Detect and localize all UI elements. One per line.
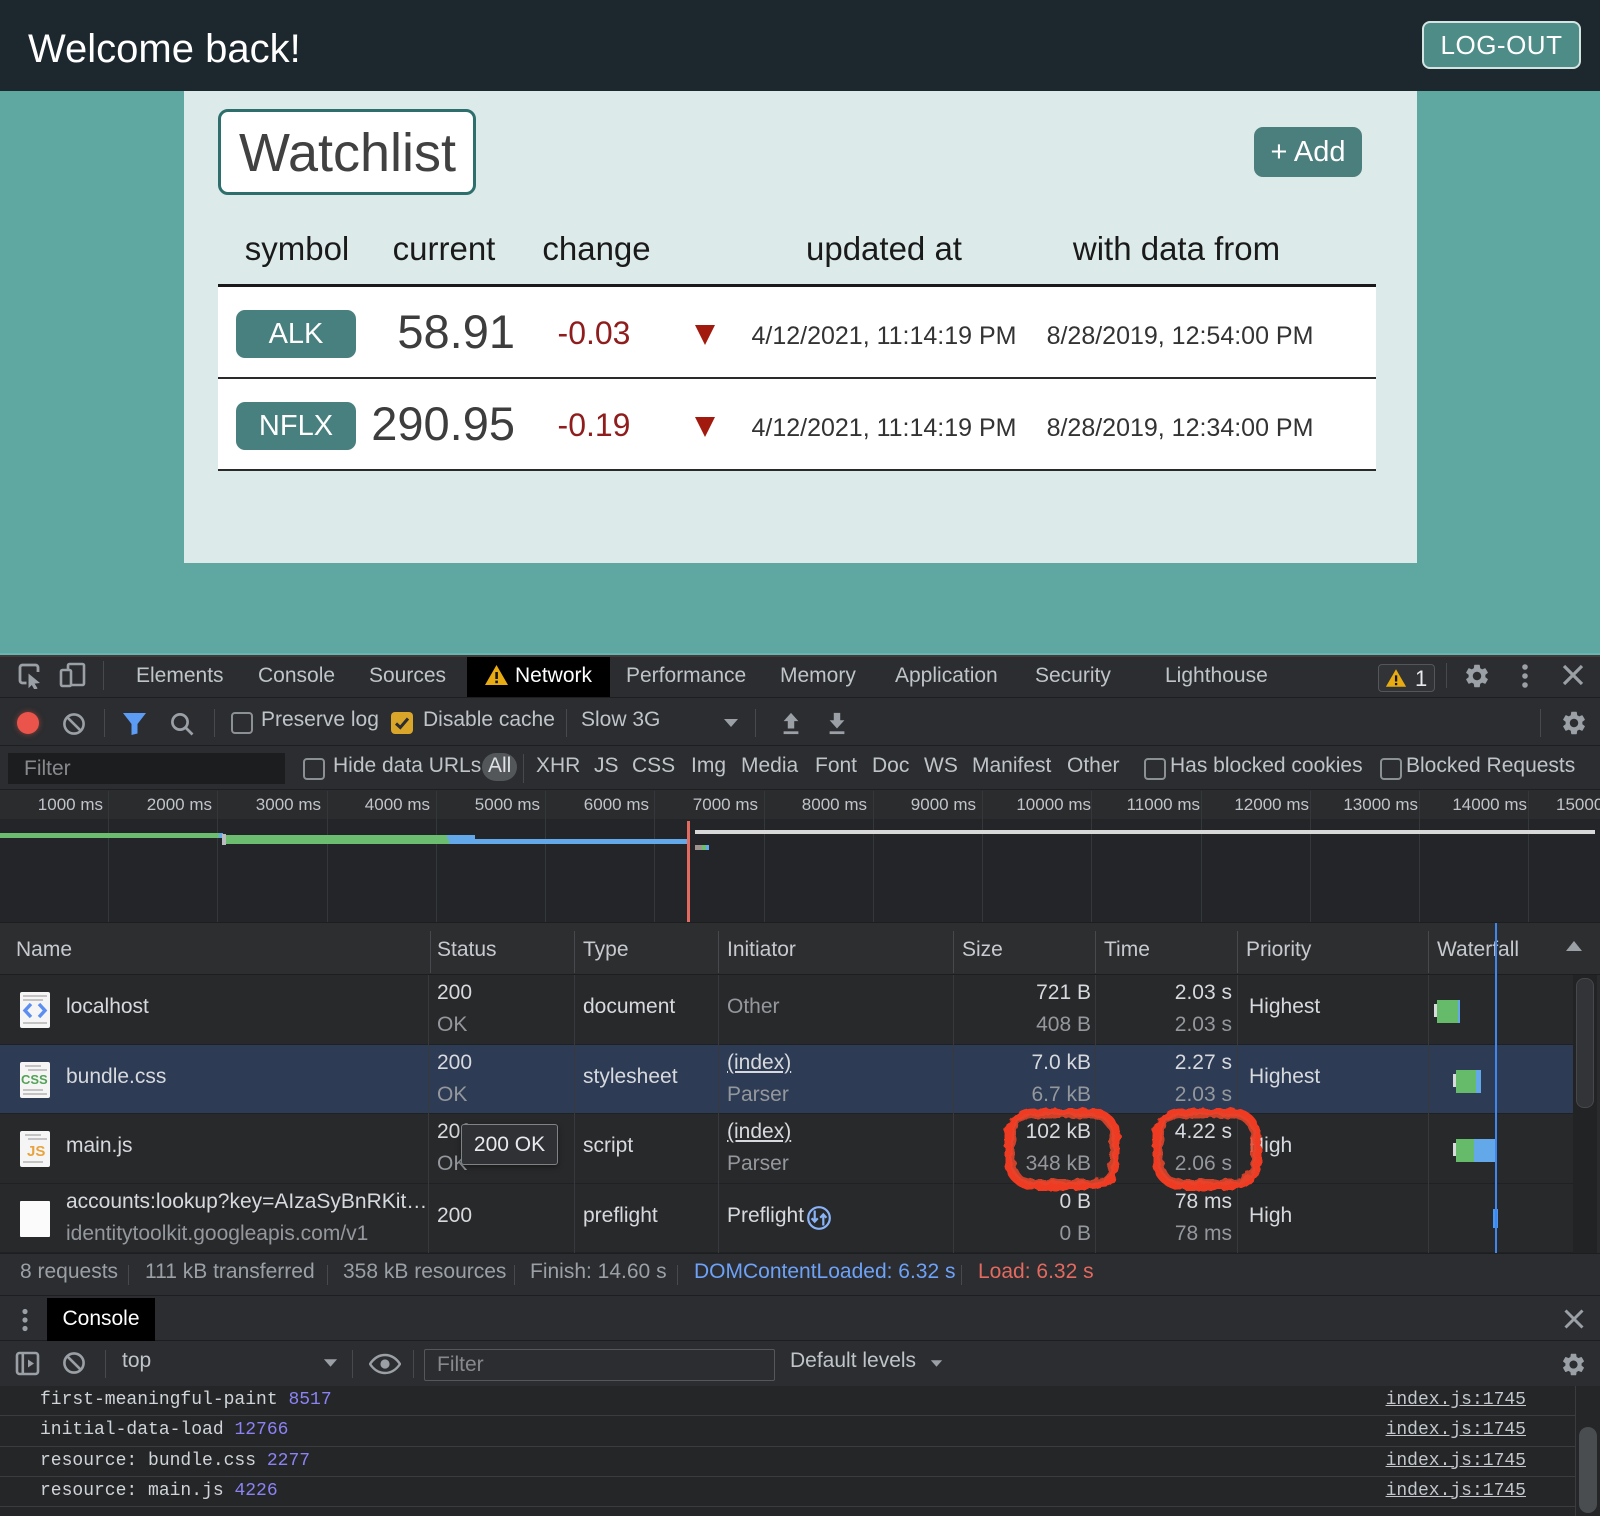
svg-text:CSS: CSS	[21, 1072, 48, 1087]
svg-text:JS: JS	[27, 1143, 45, 1160]
